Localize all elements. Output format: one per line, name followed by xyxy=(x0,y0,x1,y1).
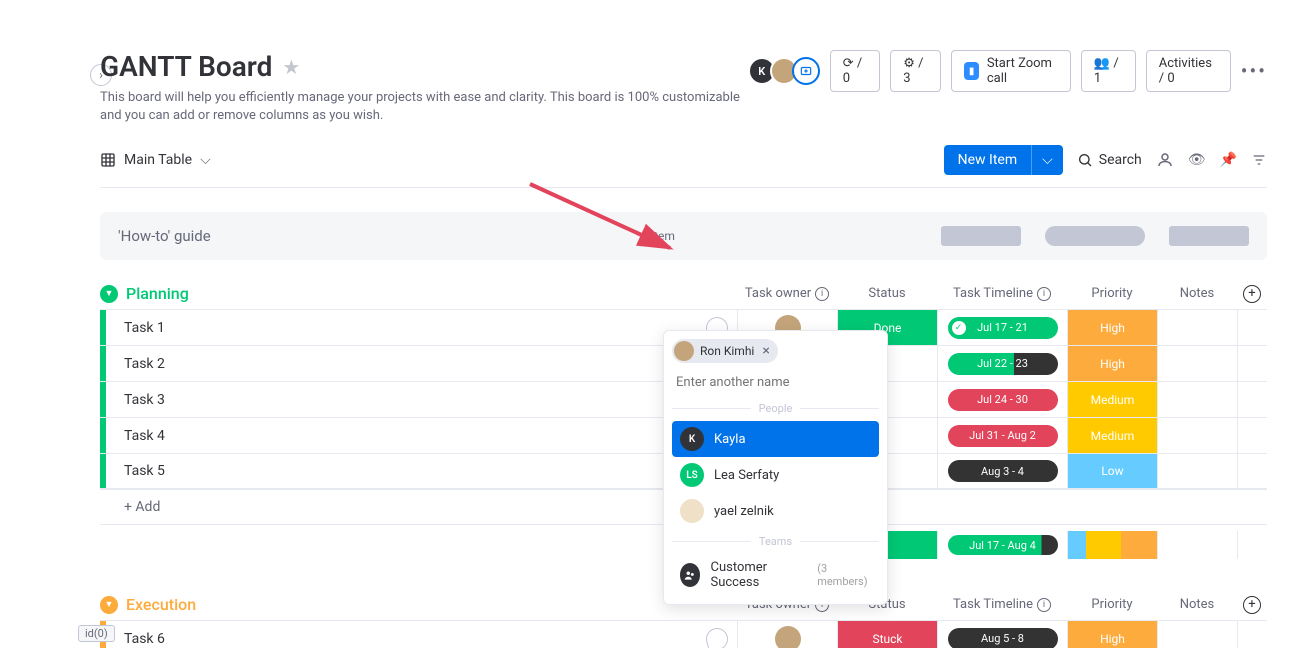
chat-icon[interactable] xyxy=(697,621,737,648)
people-search-input[interactable] xyxy=(672,369,879,396)
task-name[interactable]: Task 2 xyxy=(106,346,697,381)
divider-people: People xyxy=(672,402,879,415)
task-name[interactable]: Task 4 xyxy=(106,418,697,453)
info-icon: i xyxy=(1037,287,1051,301)
more-menu-icon[interactable]: ••• xyxy=(1241,59,1267,83)
zoom-call-button[interactable]: ▮ Start Zoom call xyxy=(951,50,1071,92)
cell-timeline[interactable]: Jul 24 - 30 xyxy=(937,382,1067,417)
cell-notes[interactable] xyxy=(1157,310,1237,345)
add-column-button[interactable]: + xyxy=(1237,596,1267,614)
group-collapse-toggle[interactable]: ▼ xyxy=(100,596,118,614)
integrations-button[interactable]: ⚙ / 3 xyxy=(890,50,941,92)
board-members-avatars[interactable]: K xyxy=(754,57,820,85)
task-name[interactable]: Task 5 xyxy=(106,454,697,488)
cell-add xyxy=(1237,346,1267,381)
info-icon: i xyxy=(1037,598,1051,612)
column-header-notes[interactable]: Notes xyxy=(1157,597,1237,612)
person-filter-icon[interactable] xyxy=(1156,151,1174,169)
avatar xyxy=(674,341,694,361)
cell-notes[interactable] xyxy=(1157,621,1237,648)
view-selector[interactable]: Main Table ⌵ xyxy=(100,152,211,168)
cell-priority[interactable]: Low xyxy=(1067,454,1157,488)
cell-timeline[interactable]: Aug 3 - 4 xyxy=(937,454,1067,488)
cell-status[interactable]: Stuck xyxy=(837,621,937,648)
activities-button[interactable]: Activities / 0 xyxy=(1146,50,1231,92)
chevron-down-icon[interactable]: ⌵ xyxy=(1031,145,1063,175)
summary-bar xyxy=(1045,226,1145,246)
board-description[interactable]: This board will help you efficiently man… xyxy=(100,89,754,125)
avatar xyxy=(680,499,704,523)
team-option[interactable]: Customer Success(3 members) xyxy=(672,554,879,596)
add-column-button[interactable]: + xyxy=(1237,285,1267,303)
task-name[interactable]: Task 1 xyxy=(106,310,697,345)
group-title[interactable]: Planning xyxy=(126,284,189,303)
board-header: GANTT Board ★ This board will help you e… xyxy=(100,50,1267,125)
column-header-notes[interactable]: Notes xyxy=(1157,286,1237,301)
search-button[interactable]: Search xyxy=(1077,152,1142,168)
bottom-label: id(0) xyxy=(78,625,115,642)
cell-notes[interactable] xyxy=(1157,382,1237,417)
zoom-icon: ▮ xyxy=(964,62,978,80)
column-header-owner[interactable]: Task owneri xyxy=(737,286,837,301)
cell-priority[interactable]: High xyxy=(1067,346,1157,381)
search-icon xyxy=(1077,152,1093,168)
hide-icon[interactable]: 👁 xyxy=(1188,152,1206,168)
people-option[interactable]: LSLea Serfaty xyxy=(672,457,879,493)
cell-timeline[interactable]: Aug 5 - 8 xyxy=(937,621,1067,648)
cell-timeline[interactable]: Jul 22 - 23 xyxy=(937,346,1067,381)
summary-bar xyxy=(941,226,1021,246)
table-row[interactable]: Task 6 Stuck Aug 5 - 8 High xyxy=(100,620,1267,648)
summary-priority xyxy=(1067,531,1157,559)
annotation-arrow xyxy=(520,174,690,264)
column-header-priority[interactable]: Priority xyxy=(1067,597,1157,612)
cell-notes[interactable] xyxy=(1157,454,1237,488)
cell-add xyxy=(1237,454,1267,488)
task-name[interactable]: Task 3 xyxy=(106,382,697,417)
people-option[interactable]: yael zelnik xyxy=(672,493,879,529)
table-icon xyxy=(100,152,116,168)
avatar: LS xyxy=(680,463,704,487)
members-button[interactable]: 👥 / 1 xyxy=(1081,50,1136,92)
cell-priority[interactable]: Medium xyxy=(1067,382,1157,417)
cell-priority[interactable]: High xyxy=(1067,621,1157,648)
summary-bar xyxy=(1169,226,1249,246)
cell-add xyxy=(1237,621,1267,648)
cell-owner[interactable] xyxy=(737,621,837,648)
selected-person-chip[interactable]: Ron Kimhi × xyxy=(672,339,778,363)
chevron-down-icon: ⌵ xyxy=(200,152,211,168)
cell-priority[interactable]: High xyxy=(1067,310,1157,345)
team-icon xyxy=(680,563,700,587)
summary-timeline: Jul 17 - Aug 4 xyxy=(937,531,1067,559)
cell-add xyxy=(1237,382,1267,417)
cell-timeline[interactable]: ✓Jul 17 - 21 xyxy=(937,310,1067,345)
group-collapse-toggle[interactable]: ▼ xyxy=(100,285,118,303)
board-title[interactable]: GANTT Board xyxy=(100,50,272,83)
cell-add xyxy=(1237,310,1267,345)
cell-notes[interactable] xyxy=(1157,418,1237,453)
task-name[interactable]: Task 6 xyxy=(106,621,697,648)
filter-icon[interactable] xyxy=(1251,152,1267,168)
cell-notes[interactable] xyxy=(1157,346,1237,381)
info-icon: i xyxy=(815,287,829,301)
people-option[interactable]: KKayla xyxy=(672,421,879,457)
column-header-status[interactable]: Status xyxy=(837,286,937,301)
new-item-button[interactable]: New Item ⌵ xyxy=(944,145,1063,175)
people-picker-dropdown: Ron Kimhi × People KKaylaLSLea Serfatyya… xyxy=(663,330,888,605)
cell-timeline[interactable]: Jul 31 - Aug 2 xyxy=(937,418,1067,453)
pin-icon[interactable]: 📌 xyxy=(1220,152,1237,168)
cell-priority[interactable]: Medium xyxy=(1067,418,1157,453)
remove-chip-icon[interactable]: × xyxy=(760,343,771,359)
star-icon[interactable]: ★ xyxy=(282,55,300,79)
divider-teams: Teams xyxy=(672,535,879,548)
invite-icon[interactable] xyxy=(792,57,820,85)
group-title[interactable]: Execution xyxy=(126,595,196,614)
automations-button[interactable]: ⟳ / 0 xyxy=(830,50,881,92)
column-header-timeline[interactable]: Task Timelinei xyxy=(937,597,1067,612)
column-header-timeline[interactable]: Task Timelinei xyxy=(937,286,1067,301)
cell-add xyxy=(1237,418,1267,453)
column-header-priority[interactable]: Priority xyxy=(1067,286,1157,301)
avatar: K xyxy=(680,427,704,451)
